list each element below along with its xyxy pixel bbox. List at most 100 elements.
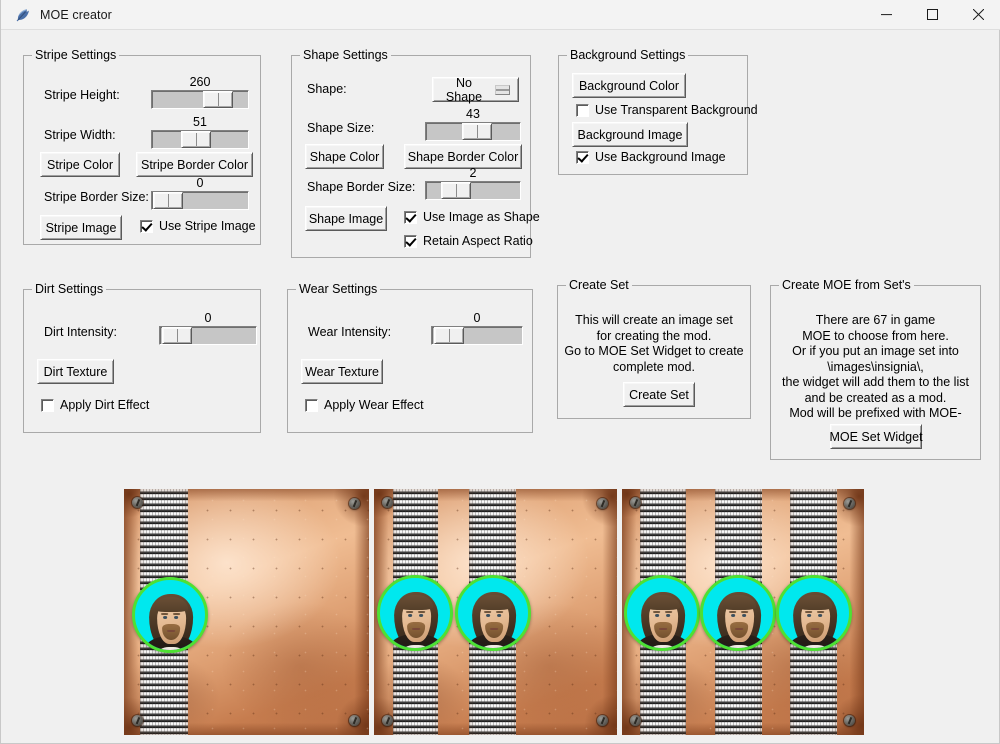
checkbox-icon <box>404 234 417 248</box>
apply-dirt-effect-label: Apply Dirt Effect <box>60 398 150 412</box>
portrait-image <box>386 588 446 648</box>
insignia-badge <box>776 575 852 651</box>
shape-size-thumb[interactable] <box>461 123 492 140</box>
rivet-icon <box>597 715 608 726</box>
wear-intensity-slider[interactable]: 0 <box>431 311 523 345</box>
background-image-button[interactable]: Background Image <box>572 122 688 147</box>
shape-settings-title: Shape Settings <box>300 48 391 62</box>
use-stripe-image-checkbox[interactable]: Use Stripe Image <box>140 219 256 233</box>
preview-two-stripes[interactable] <box>374 489 617 735</box>
portrait-image <box>633 588 693 648</box>
create-set-description: This will create an image set for creati… <box>564 313 744 374</box>
shape-color-button[interactable]: Shape Color <box>305 144 384 169</box>
chevron-down-icon <box>495 84 510 95</box>
stripe-border-size-value: 0 <box>196 176 204 190</box>
stripe-border-size-thumb[interactable] <box>153 192 184 209</box>
shape-border-color-button[interactable]: Shape Border Color <box>404 144 522 169</box>
background-settings-title: Background Settings <box>567 48 689 62</box>
moe-creator-window: MOE creator Stripe Settings Stripe Heigh… <box>0 0 1000 744</box>
shape-settings-group: Shape Settings Shape: No Shape Shape Siz… <box>291 48 540 258</box>
insignia-badge <box>132 577 208 653</box>
shape-dropdown-value: No Shape <box>445 75 483 104</box>
shape-border-size-thumb[interactable] <box>441 182 472 199</box>
window-title: MOE creator <box>40 7 112 22</box>
portrait-image <box>709 588 769 648</box>
preview-strip <box>124 489 864 735</box>
rivet-icon <box>630 497 641 508</box>
stripe-height-label: Stripe Height: <box>44 88 120 102</box>
shape-border-size-slider[interactable]: 2 <box>425 166 521 200</box>
use-image-as-shape-checkbox[interactable]: Use Image as Shape <box>404 210 540 224</box>
dirt-intensity-label: Dirt Intensity: <box>44 325 117 339</box>
checkbox-icon <box>576 150 589 164</box>
apply-wear-effect-checkbox[interactable]: Apply Wear Effect <box>305 398 424 412</box>
use-image-as-shape-label: Use Image as Shape <box>423 210 540 224</box>
shape-size-slider[interactable]: 43 <box>425 107 521 141</box>
stripe-width-thumb[interactable] <box>181 131 212 148</box>
wear-intensity-thumb[interactable] <box>433 327 464 344</box>
dirt-texture-button[interactable]: Dirt Texture <box>37 359 114 384</box>
checkbox-icon <box>404 210 417 224</box>
use-stripe-image-label: Use Stripe Image <box>159 219 256 233</box>
portrait-image <box>785 588 845 648</box>
rivet-icon <box>132 497 143 508</box>
shape-image-button[interactable]: Shape Image <box>305 206 387 231</box>
use-transparent-background-label: Use Transparent Background <box>595 103 758 117</box>
wear-texture-button[interactable]: Wear Texture <box>301 359 383 384</box>
dirt-settings-title: Dirt Settings <box>32 282 107 296</box>
portrait-image <box>464 588 524 648</box>
dirt-intensity-value: 0 <box>204 311 212 325</box>
stripe-border-size-slider[interactable]: 0 <box>151 176 249 210</box>
shape-border-size-label: Shape Border Size: <box>307 180 416 194</box>
moe-set-widget-button[interactable]: MOE Set Widget <box>829 424 923 449</box>
rivet-icon <box>132 715 143 726</box>
create-set-title: Create Set <box>566 278 632 292</box>
create-set-button[interactable]: Create Set <box>623 382 695 407</box>
create-moe-description: There are 67 in game MOE to choose from … <box>782 313 969 420</box>
rivet-icon <box>349 715 360 726</box>
title-bar: MOE creator <box>1 0 1000 30</box>
maximize-button[interactable] <box>909 0 955 30</box>
preview-three-stripes[interactable] <box>622 489 864 735</box>
stripe-height-slider[interactable]: 260 <box>151 75 249 109</box>
rivet-icon <box>844 498 855 509</box>
apply-dirt-effect-checkbox[interactable]: Apply Dirt Effect <box>41 398 149 412</box>
stripe-image-button[interactable]: Stripe Image <box>40 215 122 240</box>
stripe-width-slider[interactable]: 51 <box>151 115 249 149</box>
feather-icon <box>14 7 30 23</box>
shape-size-label: Shape Size: <box>307 121 375 135</box>
retain-aspect-ratio-label: Retain Aspect Ratio <box>423 234 533 248</box>
insignia-badge <box>377 575 453 651</box>
preview-one-stripe[interactable] <box>124 489 369 735</box>
stripe-height-thumb[interactable] <box>203 91 234 108</box>
create-moe-group: Create MOE from Set's There are 67 in ga… <box>770 278 981 460</box>
background-color-button[interactable]: Background Color <box>572 73 686 98</box>
retain-aspect-ratio-checkbox[interactable]: Retain Aspect Ratio <box>404 234 533 248</box>
dirt-intensity-thumb[interactable] <box>161 327 192 344</box>
shape-border-size-trough[interactable] <box>425 181 521 200</box>
checkbox-icon <box>41 398 54 412</box>
shape-size-value: 43 <box>466 107 480 121</box>
rivet-icon <box>382 497 393 508</box>
use-background-image-checkbox[interactable]: Use Background Image <box>576 150 726 164</box>
background-settings-group: Background Settings Background Color Use… <box>558 48 758 175</box>
use-transparent-background-checkbox[interactable]: Use Transparent Background <box>576 103 758 117</box>
wear-intensity-value: 0 <box>473 311 481 325</box>
checkbox-icon <box>305 398 318 412</box>
insignia-badge <box>455 575 531 651</box>
shape-label: Shape: <box>307 82 347 96</box>
rivet-icon <box>382 715 393 726</box>
use-background-image-label: Use Background Image <box>595 150 726 164</box>
minimize-button[interactable] <box>863 0 909 30</box>
checkbox-icon <box>140 219 153 233</box>
stripe-border-size-label: Stripe Border Size: <box>44 190 149 204</box>
checkbox-icon <box>576 103 589 117</box>
close-button[interactable] <box>955 0 1000 30</box>
stripe-color-button[interactable]: Stripe Color <box>40 152 120 177</box>
stripe-border-color-button[interactable]: Stripe Border Color <box>136 152 253 177</box>
create-set-group: Create Set This will create an image set… <box>557 278 751 419</box>
rivet-icon <box>597 498 608 509</box>
shape-dropdown[interactable]: No Shape <box>432 75 519 104</box>
dirt-intensity-slider[interactable]: 0 <box>159 311 257 345</box>
stripe-height-trough[interactable] <box>151 90 249 109</box>
